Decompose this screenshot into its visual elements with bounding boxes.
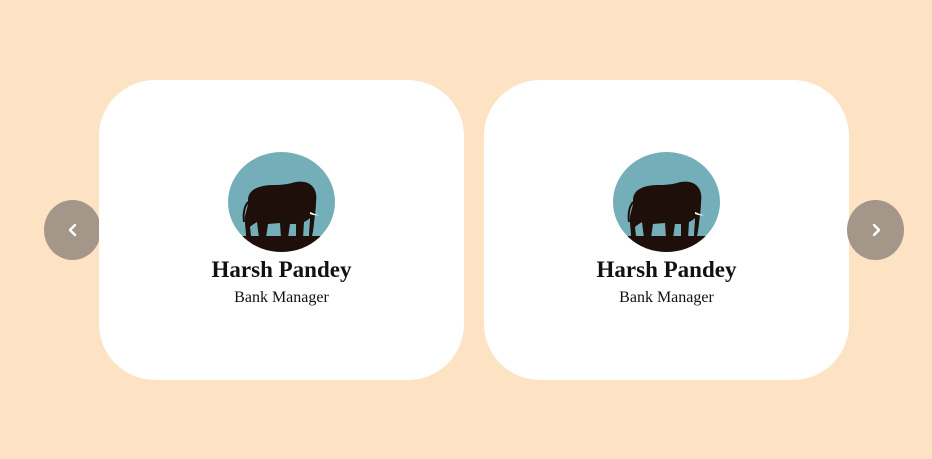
- profile-card: Harsh Pandey Bank Manager: [484, 80, 849, 380]
- person-role: Bank Manager: [234, 289, 329, 306]
- chevron-left-icon: [68, 223, 76, 237]
- previous-button[interactable]: [44, 200, 101, 260]
- elephant-icon: [228, 152, 335, 252]
- person-role: Bank Manager: [619, 289, 714, 306]
- elephant-icon: [613, 152, 720, 252]
- person-name: Harsh Pandey: [211, 257, 352, 282]
- profile-card: Harsh Pandey Bank Manager: [99, 80, 464, 380]
- chevron-right-icon: [872, 223, 880, 237]
- person-name: Harsh Pandey: [596, 257, 737, 282]
- next-button[interactable]: [847, 200, 904, 260]
- avatar: [613, 152, 720, 252]
- avatar: [228, 152, 335, 252]
